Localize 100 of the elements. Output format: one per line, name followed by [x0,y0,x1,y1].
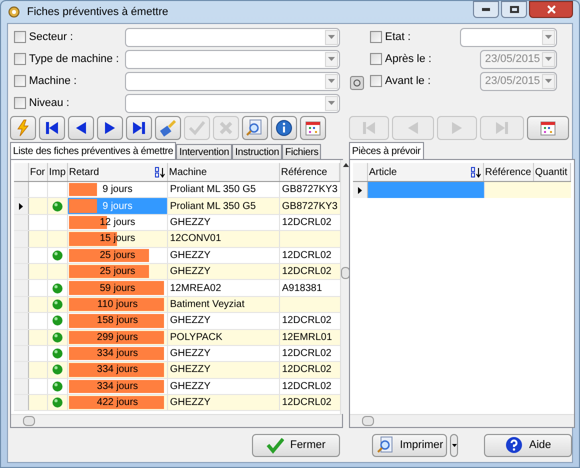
toolbar-button[interactable] [39,116,65,140]
dropdown-arrow-icon [452,444,457,447]
table-cell-text: 12DCRL02 [281,396,332,410]
check-icon [188,119,206,137]
table-cell: GHEZZY [168,378,280,394]
table-cell-text: GB8727KY3 [281,183,339,198]
column-header[interactable]: Imp [48,163,68,181]
close-icon [546,5,556,14]
status-dot [52,298,63,310]
toolbar-button[interactable] [97,116,123,140]
table-cell-text: 12EMRL01 [281,330,334,345]
toolbar-button[interactable] [271,116,297,140]
dropdown-field[interactable] [460,28,557,46]
tab[interactable]: Fichiers [282,144,322,159]
status-dot [52,250,63,261]
table-cell: GHEZZY [168,313,280,329]
table-cell: 12MREA02 [168,280,280,296]
table-cell-text: 12DCRL02 [281,347,332,362]
checkbox[interactable] [370,75,382,87]
window-title: Fiches préventives à émettre [27,4,168,20]
table-cell: Proliant ML 350 G5 [168,182,280,198]
dropdown-field[interactable] [125,28,340,46]
table-cell[interactable] [368,182,484,198]
status-dot [52,397,63,408]
table-cell-text: 12DCRL02 [281,380,332,394]
dropdown-arrow-icon [545,79,552,83]
horizontal-scrollbar[interactable] [350,414,574,428]
table-cell: GHEZZY [168,346,280,362]
column-header[interactable]: Machine [168,163,280,181]
delay-text: 334 jours [96,347,140,362]
delay-text: 25 jours [98,265,136,280]
column-header[interactable]: Quantit [534,163,571,181]
filter-label: Etat : [385,30,411,45]
toolbar-button[interactable] [126,116,152,140]
table-cell-text: A918381 [281,282,324,296]
dropdown-field[interactable] [125,72,340,90]
column-header[interactable]: Retard [68,163,168,181]
skip-last-icon [493,119,511,137]
column-header[interactable]: Article [368,163,484,181]
tab[interactable]: Instruction [232,144,282,159]
table-cell: GHEZZY [168,362,280,378]
status-dot [52,364,63,376]
table-cell-text: 12DCRL02 [281,248,332,263]
checkbox[interactable] [14,75,26,87]
filter-label: Machine : [29,74,77,89]
dropdown-arrow-icon [328,79,335,83]
table-cell: Batiment Veyziat [168,296,280,312]
ok-button[interactable]: Fermer [252,434,340,457]
minimize-button[interactable] [473,1,499,18]
tab[interactable]: Pièces à prévoir [349,142,424,159]
scroll-up-icon[interactable] [342,163,348,167]
dropdown-field[interactable] [125,50,340,68]
toolbar-button[interactable] [155,116,181,140]
checkbox[interactable] [370,53,382,65]
dropdown-arrow-icon [328,101,335,105]
checkbox[interactable] [14,97,26,109]
delay-text: 422 jours [96,396,140,410]
search-icon [376,436,394,454]
print-button[interactable]: Imprimer [372,434,448,457]
checkbox[interactable] [14,53,26,65]
status-dot [52,282,63,294]
table-cell-text: 12DCRL02 [281,314,332,328]
checkbox[interactable] [14,31,26,43]
tab[interactable]: Liste des fiches préventives à émettre [10,142,176,159]
column-header[interactable]: For [29,163,48,181]
table-cell-text: 12DCRL02 [281,363,332,378]
maximize-button[interactable] [501,1,527,18]
row-pointer-icon [19,202,23,210]
help-button[interactable]: Aide [484,434,572,457]
toolbar-button[interactable] [68,116,94,140]
dropdown-button[interactable] [450,434,458,457]
table-cell: GHEZZY [168,214,280,230]
delay-text: 9 jours [101,200,134,214]
close-button[interactable] [529,1,573,18]
status-dot [52,315,63,326]
filter-label: Type de machine : [29,52,119,67]
delay-text: 25 jours [98,248,136,263]
calendar-icon [304,119,322,137]
status-dot [52,380,63,392]
tab[interactable]: Intervention [176,144,232,159]
horizontal-scrollbar[interactable] [11,414,342,428]
filter-label: Niveau : [29,96,70,111]
toolbar-button[interactable] [242,116,268,140]
toolbar-button[interactable] [527,116,569,140]
checkbox[interactable] [370,31,382,43]
table-cell: POLYPACK [168,330,280,345]
skip-first-icon [360,119,378,137]
table-cell-text: GB8727KY3 [281,200,339,214]
table-cell: GHEZZY [168,264,280,280]
row-header[interactable] [14,198,29,214]
column-header[interactable]: Référence [484,163,534,181]
dropdown-arrow-icon [328,57,335,61]
skip-last-icon [130,119,148,137]
cross-icon [217,119,235,137]
dropdown-field[interactable] [125,94,340,112]
toolbar-button[interactable] [300,116,326,140]
brush-icon [159,119,177,137]
search-icon [246,119,264,137]
row-header[interactable] [353,182,368,198]
table-cell: 12CONV01 [168,231,280,247]
